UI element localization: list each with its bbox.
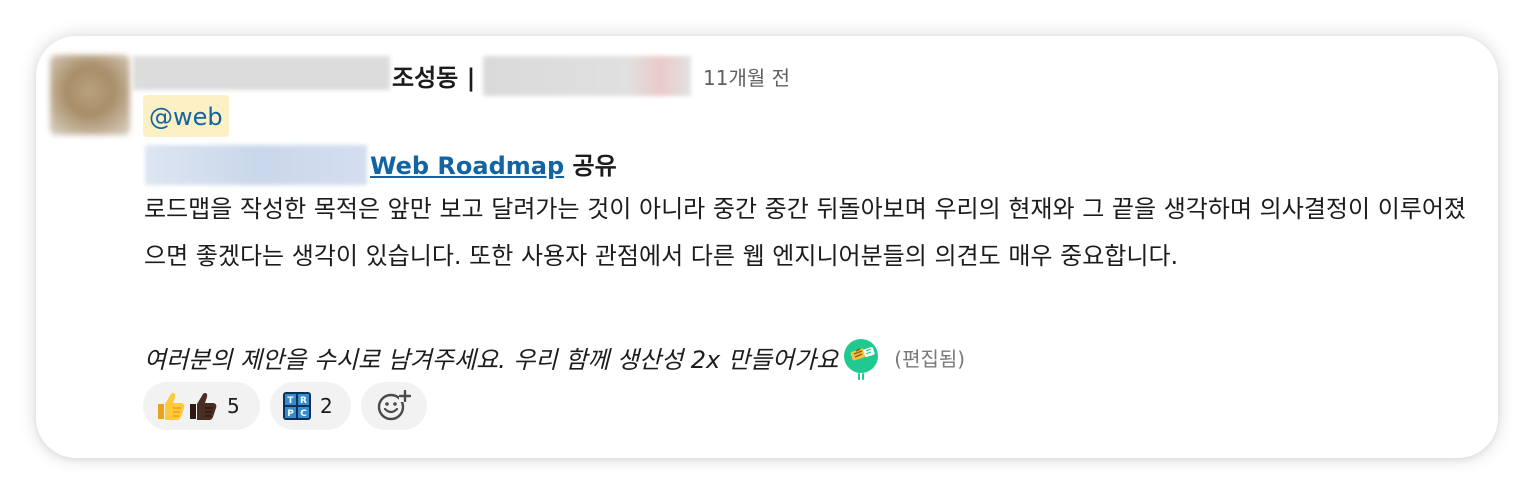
party-parrot-emoji-icon — [842, 338, 880, 380]
redacted-name-suffix — [483, 56, 691, 96]
thumbs-up-emoji-group — [155, 391, 219, 421]
svg-text:P: P — [287, 409, 294, 419]
svg-text:T: T — [287, 396, 294, 406]
trpc-emoji-icon: T R P C — [282, 391, 312, 421]
author-name[interactable]: 조성동 | — [392, 58, 475, 93]
share-line: Web Roadmap 공유 — [370, 146, 617, 181]
svg-text:R: R — [300, 396, 307, 406]
roadmap-link[interactable]: Web Roadmap — [370, 152, 564, 180]
reactions-bar: 5 T R P C 2 — [143, 382, 427, 430]
reaction-trpc[interactable]: T R P C 2 — [270, 382, 351, 430]
add-emoji-icon — [377, 390, 411, 421]
reaction-count: 5 — [227, 394, 240, 418]
timestamp[interactable]: 11개월 전 — [703, 62, 790, 91]
mention-tag[interactable]: @web — [143, 95, 229, 137]
redacted-link-prefix — [145, 145, 367, 185]
reaction-thumbs-up[interactable]: 5 — [143, 382, 260, 430]
svg-text:C: C — [300, 409, 307, 419]
avatar[interactable] — [50, 55, 130, 135]
add-reaction-button[interactable] — [361, 382, 427, 430]
redacted-name-prefix — [133, 56, 390, 90]
italic-text: 여러분의 제안을 수시로 남겨주세요. 우리 함께 생산성 2x 만들어가요 — [144, 345, 839, 374]
share-suffix: 공유 — [564, 152, 617, 180]
italic-line: 여러분의 제안을 수시로 남겨주세요. 우리 함께 생산성 2x 만들어가요 (… — [144, 338, 966, 380]
thumbs-up-icon — [158, 393, 185, 420]
edited-label: (편집됨) — [894, 346, 966, 371]
thumbs-up-dark-icon — [190, 393, 217, 420]
reaction-count: 2 — [320, 394, 333, 418]
message-body: 로드맵을 작성한 목적은 앞만 보고 달려가는 것이 아니라 중간 중간 뒤돌아… — [144, 195, 1467, 270]
